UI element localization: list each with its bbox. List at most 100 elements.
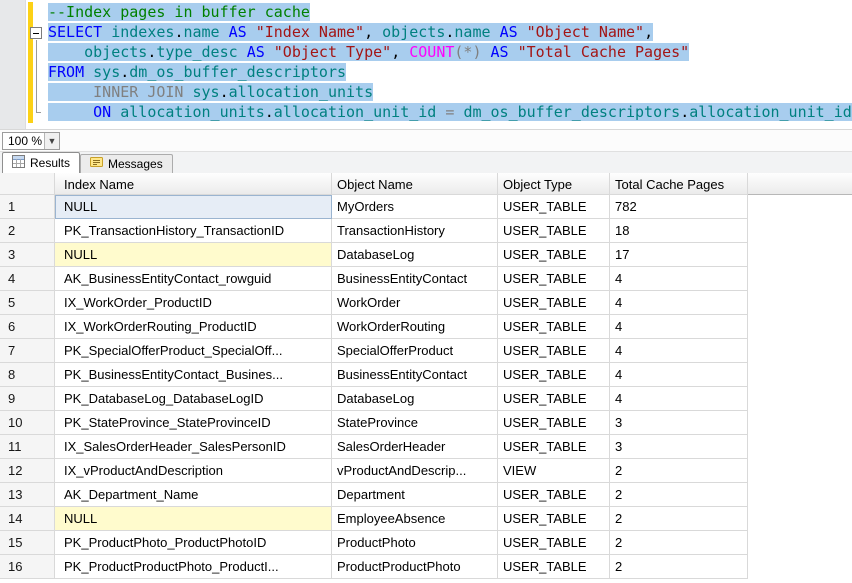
cell-object-name[interactable]: SpecialOfferProduct: [332, 339, 498, 363]
cell-total-cache-pages[interactable]: 4: [610, 291, 748, 315]
cell-index-name[interactable]: PK_StateProvince_StateProvinceID: [55, 411, 332, 435]
cell-total-cache-pages[interactable]: 4: [610, 363, 748, 387]
cell-object-type[interactable]: USER_TABLE: [498, 339, 610, 363]
row-header[interactable]: 3: [0, 243, 55, 267]
row-header[interactable]: 16: [0, 555, 55, 579]
cell-object-name[interactable]: EmployeeAbsence: [332, 507, 498, 531]
cell-total-cache-pages[interactable]: 3: [610, 435, 748, 459]
column-header-total-cache-pages[interactable]: Total Cache Pages: [610, 173, 748, 195]
sql-token: ,: [644, 23, 653, 41]
cell-object-type[interactable]: USER_TABLE: [498, 387, 610, 411]
row-header[interactable]: 4: [0, 267, 55, 291]
row-header[interactable]: 6: [0, 315, 55, 339]
sql-token: ON: [93, 103, 111, 121]
row-header[interactable]: 11: [0, 435, 55, 459]
row-header[interactable]: 12: [0, 459, 55, 483]
cell-total-cache-pages[interactable]: 3: [610, 411, 748, 435]
cell-index-name[interactable]: IX_WorkOrder_ProductID: [55, 291, 332, 315]
cell-object-name[interactable]: DatabaseLog: [332, 243, 498, 267]
cell-object-type[interactable]: USER_TABLE: [498, 267, 610, 291]
row-header[interactable]: 10: [0, 411, 55, 435]
row-header[interactable]: 15: [0, 531, 55, 555]
cell-total-cache-pages[interactable]: 17: [610, 243, 748, 267]
cell-index-name[interactable]: PK_TransactionHistory_TransactionID: [55, 219, 332, 243]
cell-object-type[interactable]: USER_TABLE: [498, 219, 610, 243]
cell-object-name[interactable]: StateProvince: [332, 411, 498, 435]
cell-index-name[interactable]: PK_DatabaseLog_DatabaseLogID: [55, 387, 332, 411]
table-row: 6IX_WorkOrderRouting_ProductIDWorkOrderR…: [0, 315, 852, 339]
cell-index-name[interactable]: NULL: [55, 243, 332, 267]
cell-total-cache-pages[interactable]: 4: [610, 387, 748, 411]
row-header[interactable]: 13: [0, 483, 55, 507]
row-filler: [748, 387, 852, 411]
cell-index-name[interactable]: NULL: [55, 507, 332, 531]
cell-total-cache-pages[interactable]: 18: [610, 219, 748, 243]
row-header[interactable]: 5: [0, 291, 55, 315]
cell-object-name[interactable]: MyOrders: [332, 195, 498, 219]
cell-index-name[interactable]: PK_BusinessEntityContact_Busines...: [55, 363, 332, 387]
code-text[interactable]: --Index pages in buffer cacheSELECT inde…: [48, 2, 852, 122]
cell-total-cache-pages[interactable]: 782: [610, 195, 748, 219]
cell-object-name[interactable]: TransactionHistory: [332, 219, 498, 243]
cell-object-type[interactable]: USER_TABLE: [498, 363, 610, 387]
results-pane-tabs: Results Messages: [0, 151, 852, 173]
cell-object-type[interactable]: USER_TABLE: [498, 507, 610, 531]
column-header-object-name[interactable]: Object Name: [332, 173, 498, 195]
row-header[interactable]: 7: [0, 339, 55, 363]
cell-total-cache-pages[interactable]: 2: [610, 531, 748, 555]
tab-results[interactable]: Results: [2, 152, 80, 173]
cell-total-cache-pages[interactable]: 4: [610, 267, 748, 291]
cell-object-name[interactable]: SalesOrderHeader: [332, 435, 498, 459]
tab-messages[interactable]: Messages: [80, 154, 173, 173]
cell-object-name[interactable]: BusinessEntityContact: [332, 363, 498, 387]
cell-total-cache-pages[interactable]: 4: [610, 315, 748, 339]
cell-total-cache-pages[interactable]: 2: [610, 555, 748, 579]
row-header[interactable]: 14: [0, 507, 55, 531]
cell-object-type[interactable]: USER_TABLE: [498, 195, 610, 219]
cell-object-type[interactable]: USER_TABLE: [498, 411, 610, 435]
cell-object-type[interactable]: USER_TABLE: [498, 435, 610, 459]
cell-object-name[interactable]: DatabaseLog: [332, 387, 498, 411]
cell-index-name[interactable]: PK_SpecialOfferProduct_SpecialOff...: [55, 339, 332, 363]
zoom-select[interactable]: 100 % ▼: [2, 132, 60, 150]
chevron-down-icon[interactable]: ▼: [44, 133, 59, 149]
cell-object-name[interactable]: vProductAndDescrip...: [332, 459, 498, 483]
collapse-toggle-icon[interactable]: [30, 27, 42, 39]
cell-object-type[interactable]: VIEW: [498, 459, 610, 483]
cell-index-name[interactable]: IX_WorkOrderRouting_ProductID: [55, 315, 332, 339]
row-header[interactable]: 9: [0, 387, 55, 411]
cell-total-cache-pages[interactable]: 2: [610, 483, 748, 507]
cell-total-cache-pages[interactable]: 2: [610, 507, 748, 531]
cell-object-type[interactable]: USER_TABLE: [498, 243, 610, 267]
cell-object-name[interactable]: ProductPhoto: [332, 531, 498, 555]
sql-editor[interactable]: --Index pages in buffer cacheSELECT inde…: [0, 0, 852, 130]
cell-total-cache-pages[interactable]: 4: [610, 339, 748, 363]
cell-object-name[interactable]: WorkOrder: [332, 291, 498, 315]
cell-index-name[interactable]: IX_vProductAndDescription: [55, 459, 332, 483]
cell-index-name[interactable]: AK_BusinessEntityContact_rowguid: [55, 267, 332, 291]
cell-index-name[interactable]: PK_ProductPhoto_ProductPhotoID: [55, 531, 332, 555]
cell-object-type[interactable]: USER_TABLE: [498, 315, 610, 339]
cell-index-name[interactable]: IX_SalesOrderHeader_SalesPersonID: [55, 435, 332, 459]
row-header[interactable]: 2: [0, 219, 55, 243]
cell-object-name[interactable]: BusinessEntityContact: [332, 267, 498, 291]
row-header[interactable]: 1: [0, 195, 55, 219]
cell-index-name[interactable]: PK_ProductProductPhoto_ProductI...: [55, 555, 332, 579]
cell-index-name[interactable]: NULL: [55, 195, 332, 219]
cell-object-name[interactable]: Department: [332, 483, 498, 507]
cell-total-cache-pages[interactable]: 2: [610, 459, 748, 483]
row-filler: [748, 195, 852, 219]
cell-object-type[interactable]: USER_TABLE: [498, 555, 610, 579]
cell-index-name[interactable]: AK_Department_Name: [55, 483, 332, 507]
row-header[interactable]: 8: [0, 363, 55, 387]
cell-object-type[interactable]: USER_TABLE: [498, 483, 610, 507]
row-filler: [748, 219, 852, 243]
corner-header-cell[interactable]: [0, 173, 55, 195]
cell-object-type[interactable]: USER_TABLE: [498, 531, 610, 555]
cell-object-name[interactable]: WorkOrderRouting: [332, 315, 498, 339]
cell-object-name[interactable]: ProductProductPhoto: [332, 555, 498, 579]
column-header-object-type[interactable]: Object Type: [498, 173, 610, 195]
column-header-index-name[interactable]: Index Name: [55, 173, 332, 195]
sql-token: indexes: [111, 23, 174, 41]
cell-object-type[interactable]: USER_TABLE: [498, 291, 610, 315]
